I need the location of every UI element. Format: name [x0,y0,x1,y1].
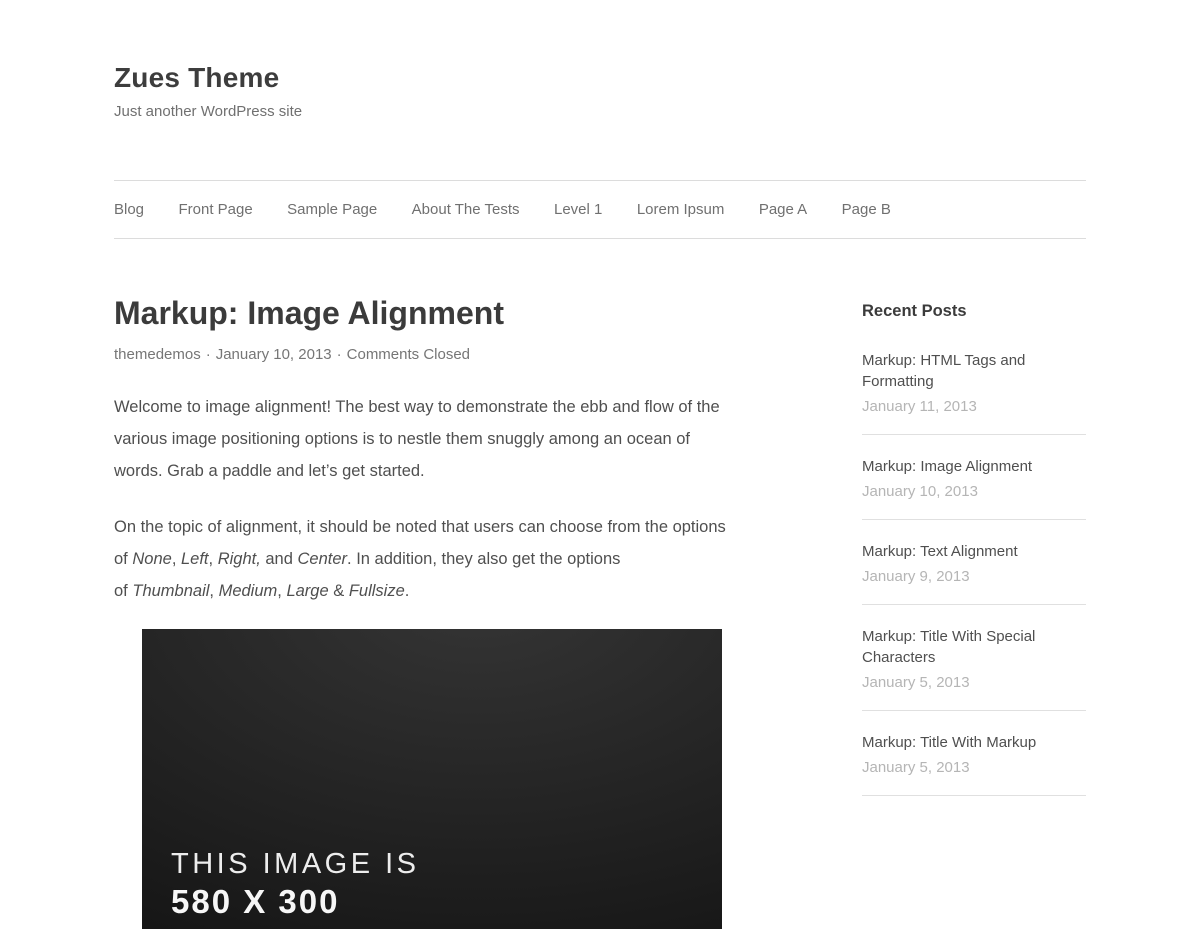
post-title: Markup: Image Alignment [114,294,750,332]
paragraph-2: On the topic of alignment, it should be … [114,511,750,607]
recent-post-date: January 11, 2013 [862,396,1086,417]
site-header: Zues Theme Just another WordPress site [114,62,1086,120]
site-tagline: Just another WordPress site [114,103,1086,120]
recent-posts-heading: Recent Posts [862,302,1086,321]
paragraph-1-line: various image positioning options is to … [114,423,750,455]
content-area: Markup: Image Alignment themedemos · Janua… [114,294,1086,929]
nav-item-level-1[interactable]: Level 1 [554,201,602,218]
placeholder-caption-line2: 580 X 300 [171,883,420,921]
site-title-link[interactable]: Zues Theme [114,62,279,94]
post-date: January 10, 2013 [216,346,332,363]
nav-item-blog[interactable]: Blog [114,201,144,218]
page: Zues Theme Just another WordPress site B… [114,0,1086,929]
paragraph-2-line: of Thumbnail, Medium, Large & Fullsize. [114,575,750,607]
paragraph-1: Welcome to image alignment! The best way… [114,391,750,487]
recent-post-item: Markup: Title With Markup January 5, 201… [862,732,1086,796]
post-article: Markup: Image Alignment themedemos · Janua… [114,294,750,929]
recent-post-link[interactable]: Markup: Title With Markup [862,732,1086,753]
post-meta: themedemos · January 10, 2013 · Comments Clo… [114,346,750,363]
comments-status: Comments Closed [347,346,470,363]
nav-item-front-page[interactable]: Front Page [178,201,252,218]
post-author-link[interactable]: themedemos [114,346,201,363]
recent-post-date: January 10, 2013 [862,481,1086,502]
meta-separator: · [206,346,211,363]
recent-post-item: Markup: Image Alignment January 10, 2013 [862,456,1086,520]
recent-post-date: January 5, 2013 [862,672,1086,693]
placeholder-image-580x300: THIS IMAGE IS 580 X 300 [142,629,722,929]
placeholder-caption: THIS IMAGE IS 580 X 300 [171,849,420,922]
recent-post-item: Markup: Text Alignment January 9, 2013 [862,541,1086,605]
main-nav: Blog Front Page Sample Page About The Te… [114,180,1086,239]
recent-post-date: January 5, 2013 [862,757,1086,778]
recent-post-link[interactable]: Markup: HTML Tags and Formatting [862,350,1086,392]
recent-post-link[interactable]: Markup: Text Alignment [862,541,1086,562]
paragraph-2-line: On the topic of alignment, it should be … [114,511,750,543]
nav-item-about-the-tests[interactable]: About The Tests [412,201,520,218]
meta-separator: · [337,346,342,363]
recent-post-item: Markup: HTML Tags and Formatting January… [862,350,1086,435]
recent-post-date: January 9, 2013 [862,566,1086,587]
placeholder-caption-line1: THIS IMAGE IS [171,849,420,881]
recent-post-item: Markup: Title With Special Characters Ja… [862,626,1086,711]
nav-item-page-b[interactable]: Page B [842,201,891,218]
recent-post-link[interactable]: Markup: Image Alignment [862,456,1086,477]
recent-posts-list: Markup: HTML Tags and Formatting January… [862,350,1086,796]
paragraph-1-line: words. Grab a paddle and let’s get start… [114,455,750,487]
recent-post-link[interactable]: Markup: Title With Special Characters [862,626,1086,668]
nav-item-page-a[interactable]: Page A [759,201,807,218]
nav-item-sample-page[interactable]: Sample Page [287,201,377,218]
nav-item-lorem-ipsum[interactable]: Lorem Ipsum [637,201,725,218]
paragraph-2-line: of None, Left, Right, and Center. In add… [114,543,750,575]
sidebar: Recent Posts Markup: HTML Tags and Forma… [862,294,1086,929]
post-body: Welcome to image alignment! The best way… [114,391,750,929]
paragraph-1-line: Welcome to image alignment! The best way… [114,391,750,423]
